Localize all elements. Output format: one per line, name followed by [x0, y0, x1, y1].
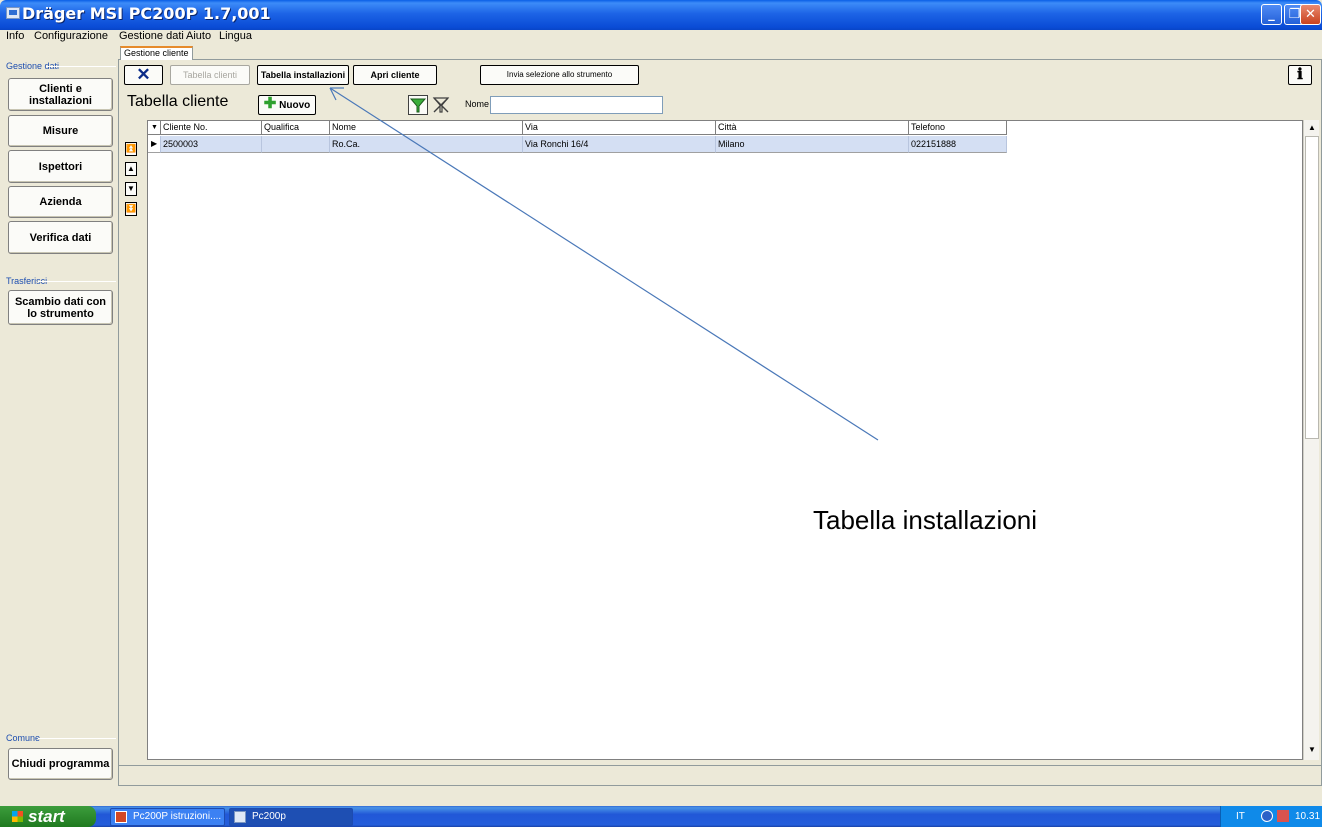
- filter-name-input[interactable]: [490, 96, 663, 114]
- tab-gestione-cliente[interactable]: Gestione cliente: [120, 46, 193, 60]
- status-bar: [118, 765, 1322, 785]
- scroll-thumb[interactable]: [1305, 136, 1319, 439]
- minimize-button[interactable]: _: [1261, 4, 1282, 25]
- menu-bar: Info Configurazione Gestione dati Aiuto …: [0, 30, 1322, 43]
- previous-record-icon[interactable]: ▲: [125, 162, 137, 176]
- language-indicator[interactable]: IT: [1236, 806, 1245, 827]
- taskbar-item-powerpoint[interactable]: Pc200P istruzioni....: [110, 808, 225, 826]
- cell-citta[interactable]: Milano: [716, 136, 909, 153]
- group-label-comune: Comune: [6, 733, 41, 743]
- annotation-text: Tabella installazioni: [813, 505, 1038, 535]
- column-header-citta[interactable]: Città: [716, 121, 909, 135]
- first-record-icon[interactable]: ⏫: [125, 142, 137, 156]
- cell-nome[interactable]: Ro.Ca.: [330, 136, 523, 153]
- close-program-button[interactable]: Chiudi programma: [8, 748, 113, 780]
- menu-lingua[interactable]: Lingua: [219, 30, 252, 43]
- security-alert-icon[interactable]: [1277, 810, 1289, 822]
- close-icon[interactable]: ✕: [124, 65, 163, 85]
- cell-telefono[interactable]: 022151888: [909, 136, 1007, 153]
- info-icon[interactable]: ℹ: [1288, 65, 1312, 85]
- clear-filter-icon[interactable]: [431, 95, 451, 115]
- sidebar-inspectors-button[interactable]: Ispettori: [8, 150, 113, 183]
- taskbar-item-pc200p[interactable]: Pc200p: [229, 808, 353, 826]
- sidebar-company-button[interactable]: Azienda: [8, 186, 113, 218]
- cell-via[interactable]: Via Ronchi 16/4: [523, 136, 716, 153]
- menu-aiuto[interactable]: Aiuto: [186, 30, 211, 43]
- title-bar[interactable]: Dräger MSI PC200P 1.7,001 _ ❐ ✕: [0, 0, 1322, 30]
- menu-info[interactable]: Info: [6, 30, 24, 43]
- tabella-installazioni-button[interactable]: Tabella installazioni: [257, 65, 349, 85]
- tabella-clienti-button[interactable]: Tabella clienti: [170, 65, 250, 85]
- sidebar-measures-button[interactable]: Misure: [8, 115, 113, 147]
- group-divider: [38, 738, 116, 739]
- last-record-icon[interactable]: ⏬: [125, 202, 137, 216]
- menu-gestione-dati[interactable]: Gestione dati: [119, 30, 184, 43]
- column-header-via[interactable]: Via: [523, 121, 716, 135]
- scroll-down-icon[interactable]: ▼: [1304, 742, 1320, 758]
- column-chooser-icon[interactable]: ▼: [148, 121, 161, 135]
- next-record-icon[interactable]: ▼: [125, 182, 137, 196]
- powerpoint-icon: [115, 811, 127, 823]
- scroll-up-icon[interactable]: ▲: [1304, 120, 1320, 136]
- group-divider: [46, 66, 116, 67]
- window-title: Dräger MSI PC200P 1.7,001: [22, 4, 271, 23]
- apri-cliente-button[interactable]: Apri cliente: [353, 65, 437, 85]
- menu-configurazione[interactable]: Configurazione: [34, 30, 108, 43]
- column-header-cliente-no[interactable]: Cliente No.: [161, 121, 262, 135]
- column-header-nome[interactable]: Nome: [330, 121, 523, 135]
- new-button[interactable]: ✚ Nuovo: [258, 95, 316, 115]
- cell-qualifica[interactable]: [262, 136, 330, 153]
- system-tray: IT 10.31: [1220, 806, 1322, 827]
- windows-logo-icon: [12, 811, 23, 822]
- taskbar-item-label: Pc200P istruzioni....: [133, 811, 222, 822]
- taskbar: start Pc200P istruzioni.... Pc200p IT 10…: [0, 806, 1322, 827]
- column-header-qualifica[interactable]: Qualifica: [262, 121, 330, 135]
- sidebar-exchange-button[interactable]: Scambio dati con lo strumento: [8, 290, 113, 325]
- close-window-button[interactable]: ✕: [1300, 4, 1321, 25]
- sidebar-clients-button[interactable]: Clienti e installazioni: [8, 78, 113, 111]
- vertical-scrollbar[interactable]: ▲ ▼: [1303, 120, 1319, 760]
- app-icon: [234, 811, 246, 823]
- app-icon: [6, 7, 20, 19]
- cell-cliente-no[interactable]: 2500003: [161, 136, 262, 153]
- filter-name-label: Nome: [465, 99, 490, 109]
- new-button-label: Nuovo: [279, 100, 311, 111]
- filter-icon[interactable]: [408, 95, 428, 115]
- group-divider: [38, 281, 116, 282]
- plus-icon: ✚: [263, 95, 277, 112]
- row-selector-icon: ▶: [148, 136, 161, 153]
- network-icon[interactable]: [1261, 810, 1273, 822]
- start-label: start: [28, 807, 65, 826]
- clock[interactable]: 10.31: [1295, 806, 1320, 827]
- application-window: Dräger MSI PC200P 1.7,001 _ ❐ ✕ Info Con…: [0, 0, 1322, 827]
- sidebar-verify-button[interactable]: Verifica dati: [8, 221, 113, 254]
- invia-selezione-button[interactable]: Invia selezione allo strumento: [480, 65, 639, 85]
- section-title: Tabella cliente: [127, 93, 229, 110]
- column-header-telefono[interactable]: Telefono: [909, 121, 1007, 135]
- clients-table[interactable]: ▼ Cliente No. Qualifica Nome Via Città T…: [147, 120, 1303, 760]
- taskbar-item-label: Pc200p: [252, 811, 286, 822]
- start-button[interactable]: start: [0, 806, 96, 827]
